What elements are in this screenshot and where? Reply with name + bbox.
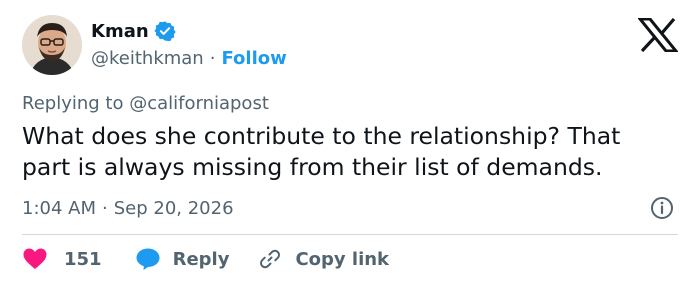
follow-button[interactable]: Follow xyxy=(221,48,286,69)
x-logo-icon[interactable] xyxy=(638,18,678,52)
avatar[interactable] xyxy=(22,15,82,75)
author-handle[interactable]: @keithkman xyxy=(91,48,204,69)
like-button[interactable]: 151 xyxy=(22,247,102,271)
copy-link-label: Copy link xyxy=(295,248,390,270)
avatar-image xyxy=(22,15,82,75)
replying-to-label: Replying to @californiapost xyxy=(22,93,269,114)
tweet-date: Sep 20, 2026 xyxy=(113,198,234,219)
reply-button[interactable]: Reply xyxy=(135,247,230,271)
heart-icon xyxy=(23,248,47,269)
tweet-time: 1:04 AM xyxy=(22,198,96,219)
divider xyxy=(22,234,678,235)
tweet-text-line: What does she contribute to the relation… xyxy=(22,122,621,150)
author-name-row: Kman xyxy=(91,20,176,42)
info-icon[interactable] xyxy=(650,196,674,220)
handle-separator: · xyxy=(209,48,216,69)
tweet-text-line: part is always missing from their list o… xyxy=(22,153,603,181)
like-count: 151 xyxy=(64,248,102,270)
link-icon xyxy=(260,249,281,269)
author-name[interactable]: Kman xyxy=(91,21,149,42)
verified-badge-icon xyxy=(154,21,176,42)
reply-label: Reply xyxy=(172,248,230,270)
tweet-text: What does she contribute to the relation… xyxy=(22,121,692,183)
copy-link-button[interactable]: Copy link xyxy=(258,247,389,271)
tweet-timestamp[interactable]: 1:04 AM · Sep 20, 2026 xyxy=(22,198,234,219)
timestamp-separator: · xyxy=(102,198,108,219)
reply-bubble-icon xyxy=(136,248,160,270)
action-bar: 151 Reply Copy link xyxy=(22,247,389,271)
author-handle-row: @keithkman · Follow xyxy=(91,48,287,69)
